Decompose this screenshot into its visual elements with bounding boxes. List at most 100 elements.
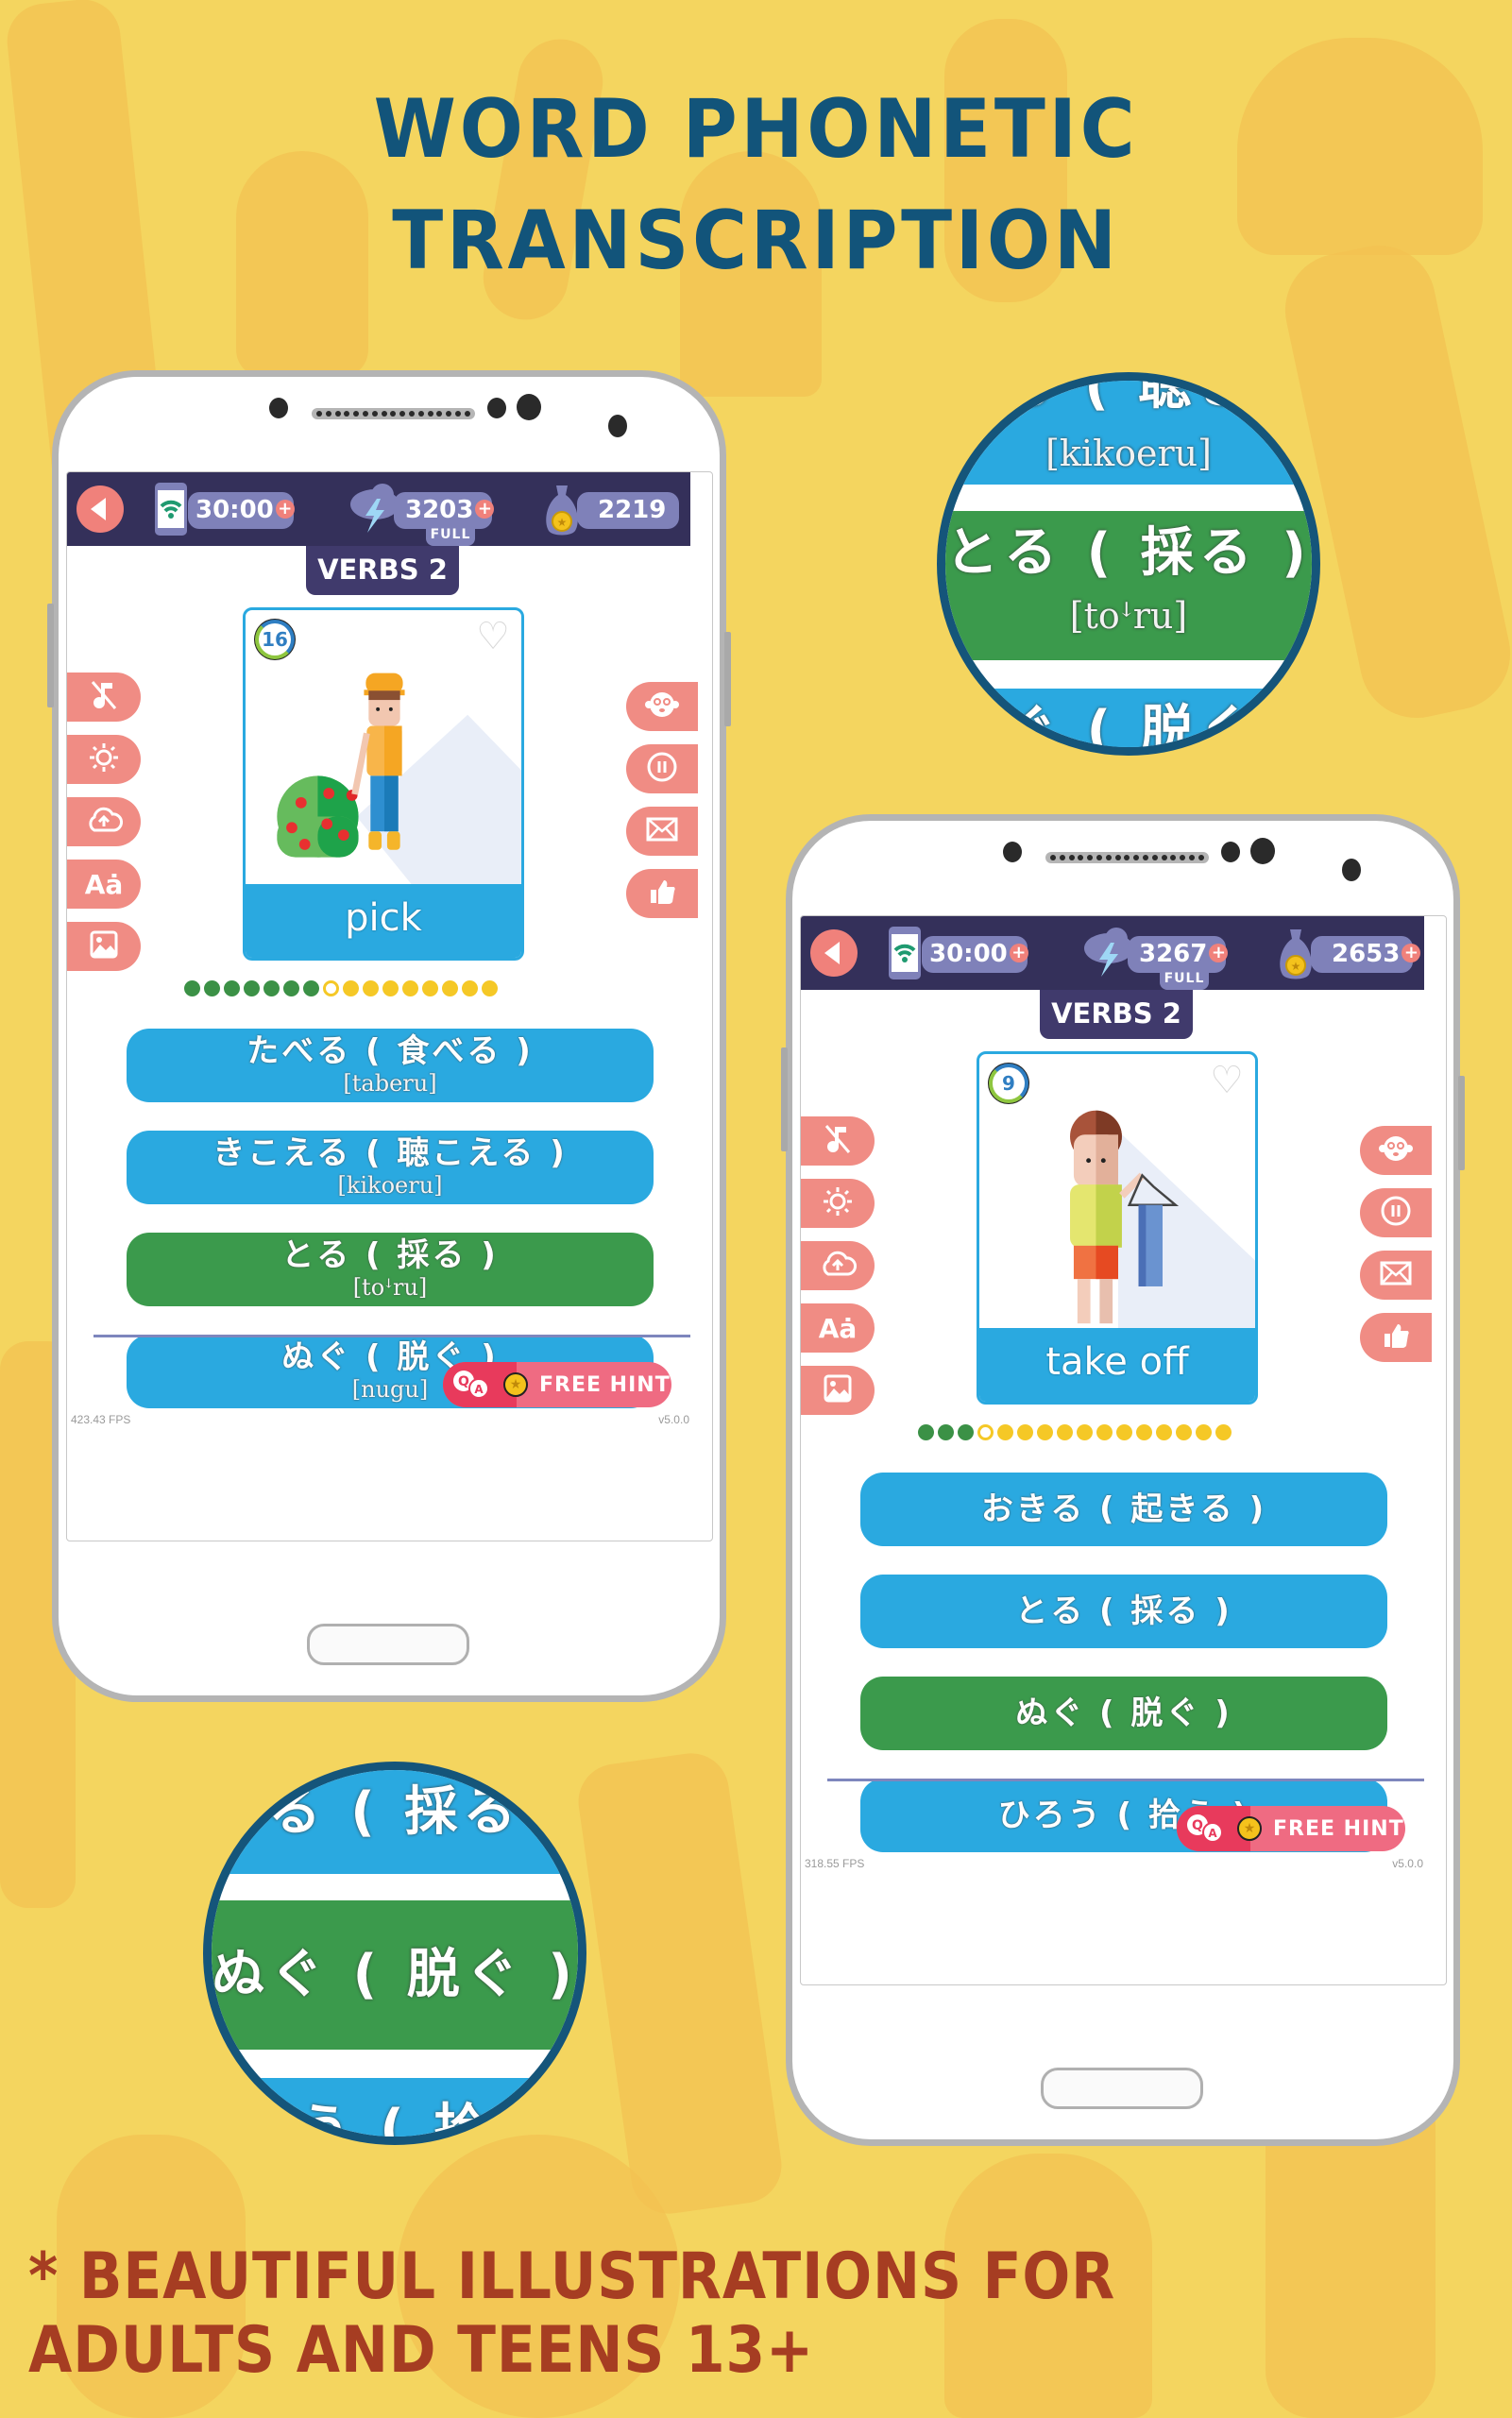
progress-dot-todo [1196, 1424, 1212, 1440]
coins-pill[interactable]: 2653 + [1311, 936, 1421, 973]
level-tab: VERBS 2 [1040, 990, 1193, 1039]
magnified-japanese: る ( 採る [267, 1781, 522, 1843]
flash-card[interactable]: 9 ♡ take off [977, 1051, 1258, 1405]
progress-dot-todo [442, 980, 458, 996]
thumbs-up-icon [648, 877, 676, 910]
answer-button[interactable]: おきる ( 起きる ) [860, 1473, 1387, 1546]
back-button[interactable] [76, 485, 124, 533]
right-toolbar [626, 682, 700, 931]
phone-wifi-icon [889, 927, 921, 979]
progress-dot-done [938, 1424, 954, 1440]
monkey-face-button[interactable] [1360, 1126, 1432, 1175]
thumbs-up-button[interactable] [1360, 1313, 1432, 1362]
power-button [1458, 1076, 1465, 1170]
timer-pill[interactable]: 30:00 + [188, 492, 295, 529]
mail-button[interactable] [1360, 1251, 1432, 1300]
music-off-button[interactable] [801, 1116, 875, 1166]
phone-wifi-icon [155, 483, 187, 536]
thumbs-up-button[interactable] [626, 869, 698, 918]
monkey-face-button[interactable] [626, 682, 698, 731]
add-coins-icon[interactable]: + [1402, 944, 1421, 962]
level-tab: VERBS 2 [306, 546, 459, 595]
cloud-upload-button[interactable] [801, 1241, 875, 1290]
home-button[interactable] [307, 1624, 469, 1665]
energy-value: 3203 [405, 496, 474, 524]
progress-dot-todo [1116, 1424, 1132, 1440]
progress-dot-todo [1156, 1424, 1172, 1440]
progress-dot-todo [1057, 1424, 1073, 1440]
magnified-correct-answer: ぬぐ ( 脱ぐ ) [212, 1900, 578, 2050]
headline: WORD PHONETIC TRANSCRIPTION [60, 74, 1452, 297]
top-bar: 30:00+ 3203+ FULL ★ 2219+ [67, 472, 690, 546]
divider [93, 1335, 690, 1337]
answer-button[interactable]: たべる ( 食べる ) [taberu] [127, 1029, 654, 1102]
front-sensor [1221, 842, 1240, 862]
headline-line-1: WORD PHONETIC [373, 82, 1139, 177]
font-size-button[interactable]: Aȧ [801, 1303, 875, 1353]
free-hint-button[interactable]: QA ★ FREE HINT [1177, 1806, 1405, 1851]
answer-button-correct[interactable]: ぬぐ ( 脱ぐ ) [860, 1677, 1387, 1750]
progress-dot-todo [343, 980, 359, 996]
version-label: v5.0.0 [658, 1413, 689, 1426]
answer-button[interactable]: きこえる ( 聴こえる ) [kikoeru] [127, 1131, 654, 1204]
card-word: take off [979, 1328, 1255, 1402]
free-hint-label: FREE HINT [1273, 1816, 1404, 1841]
font-size-icon: Aȧ [818, 1312, 858, 1344]
cloud-upload-icon [819, 1250, 857, 1282]
answer-button[interactable]: とる ( 採る ) [860, 1575, 1387, 1648]
pause-icon [646, 751, 678, 787]
pause-button[interactable] [626, 744, 698, 793]
front-camera [517, 394, 541, 420]
mail-button[interactable] [626, 807, 698, 856]
magnified-answer: る ( 採る [212, 1770, 578, 1874]
progress-dot-current [323, 980, 339, 996]
magnifier-circle-1: る ( 聴こ [kikoeru] とる ( 採る ) [toꜜru] ぬぐ ( 脱ぐ )… [937, 372, 1320, 756]
front-camera [1250, 838, 1275, 864]
favorite-heart-icon[interactable]: ♡ [476, 618, 510, 656]
cloud-upload-button[interactable] [67, 797, 141, 846]
energy-value: 3267 [1139, 940, 1208, 968]
progress-dot-todo [382, 980, 399, 996]
monkey-face-icon [645, 690, 679, 723]
add-energy-icon[interactable]: + [1209, 944, 1229, 962]
coin-bag-icon: ★ [1280, 929, 1312, 979]
image-button[interactable] [801, 1366, 875, 1415]
add-time-icon[interactable]: + [275, 500, 295, 519]
energy-pill[interactable]: 3267 + [1128, 936, 1229, 973]
app-screen: 30:00+ 3203+ FULL ★ 2219+ VERBS 2 Aȧ [66, 471, 713, 1541]
progress-dot-todo [1096, 1424, 1113, 1440]
add-energy-icon[interactable]: + [475, 500, 495, 519]
favorite-heart-icon[interactable]: ♡ [1210, 1062, 1244, 1099]
answer-japanese: ぬぐ ( 脱ぐ ) [1015, 1694, 1232, 1732]
card-word: pick [246, 884, 521, 958]
answer-button-correct[interactable]: とる ( 採る ) [toꜜru] [127, 1233, 654, 1306]
progress-dots [918, 1424, 1232, 1440]
coins-pill[interactable]: 2219+ [577, 492, 679, 529]
image-icon [89, 929, 119, 963]
image-button[interactable] [67, 922, 141, 971]
back-button[interactable] [810, 929, 858, 977]
brightness-button[interactable] [67, 735, 141, 784]
left-toolbar: Aȧ [801, 1116, 875, 1428]
font-size-button[interactable]: Aȧ [67, 860, 141, 909]
progress-dot-done [204, 980, 220, 996]
svg-text:★: ★ [557, 516, 568, 529]
progress-dot-done [263, 980, 280, 996]
progress-dot-done [184, 980, 200, 996]
flash-card[interactable]: 16 ♡ pick [243, 607, 524, 961]
free-hint-button[interactable]: QA ★ FREE HINT [443, 1362, 671, 1407]
home-button[interactable] [1041, 2068, 1203, 2109]
energy-pill[interactable]: 3203 + [394, 492, 495, 529]
add-time-icon[interactable]: + [1009, 944, 1028, 962]
light-sensor [608, 415, 627, 437]
progress-dot-current [977, 1424, 994, 1440]
divider [827, 1779, 1424, 1781]
timer-pill[interactable]: 30:00 + [922, 936, 1028, 973]
pause-button[interactable] [1360, 1188, 1432, 1237]
progress-dot-todo [1136, 1424, 1152, 1440]
answer-japanese: たべる ( 食べる ) [246, 1032, 534, 1070]
music-off-button[interactable] [67, 673, 141, 722]
brightness-button[interactable] [801, 1179, 875, 1228]
image-icon [823, 1373, 853, 1407]
font-size-icon: Aȧ [84, 868, 124, 900]
